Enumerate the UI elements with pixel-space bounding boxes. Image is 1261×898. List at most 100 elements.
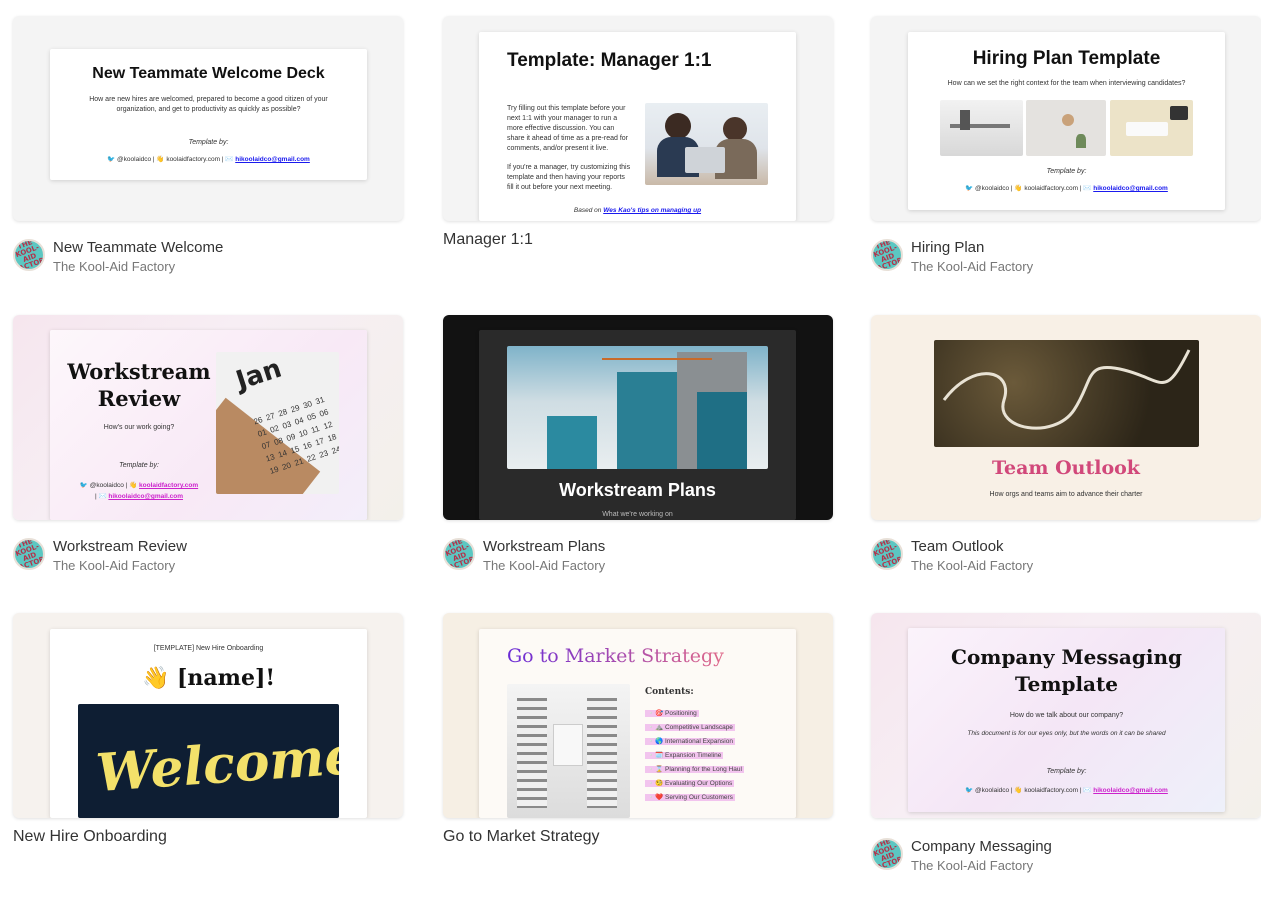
slide-heading: Go to Market Strategy [507,645,724,667]
card-title[interactable]: Go to Market Strategy [443,828,600,846]
slide-preview: Workstream Plans What we're working on [479,330,796,520]
office-photo-2 [1026,100,1106,156]
card-author: The Kool-Aid Factory [911,858,1034,873]
template-thumbnail[interactable]: Template: Manager 1:1 Try filling out th… [443,16,833,221]
template-thumbnail[interactable]: New Teammate Welcome Deck How are new hi… [13,16,403,221]
slide-note: This document is for our eyes only, but … [967,730,1166,737]
template-card-workstream-review[interactable]: Workstream Review How's our work going? … [13,315,403,574]
slide-credits: 🐦 @koolaidco | 👋 koolaidfactory.com | ✉️… [107,156,310,163]
template-thumbnail[interactable]: Workstream Review How's our work going? … [13,315,403,520]
card-title[interactable]: Company Messaging [911,838,1052,855]
slide-heading: Template: Manager 1:1 [507,50,712,71]
slide-greeting: 👋 [name]! [141,665,276,691]
slide-body: How orgs and teams aim to advance their … [989,491,1143,498]
card-author: The Kool-Aid Factory [483,558,606,573]
library-photo [507,684,630,818]
site-link[interactable]: koolaidfactory.com [139,482,198,489]
template-by: Template by: [119,462,159,469]
contents-item: ▫️🗓️ Expansion Timeline [645,752,724,759]
template-card-workstream-plans[interactable]: Workstream Plans What we're working on T… [443,315,833,574]
card-title[interactable]: New Hire Onboarding [13,828,167,846]
template-by: Template by: [1046,768,1087,775]
slide-credits: 🐦 @koolaidco | 👋 koolaidfactory.com | ✉️… [965,185,1168,192]
card-title[interactable]: Manager 1:1 [443,231,533,249]
author-avatar: THE KOOL-AID FACTORY [13,538,45,570]
slide-preview: Company Messaging Template How do we tal… [908,628,1225,812]
template-by: Template by: [1046,168,1087,175]
card-author: The Kool-Aid Factory [53,558,176,573]
slide-credits: 🐦 @koolaidco | 👋 koolaidfactory.com | ✉️ … [79,482,199,500]
contents-item: ▫️🌎 International Expansion [645,738,735,745]
template-thumbnail[interactable]: [TEMPLATE] New Hire Onboarding 👋 [name]!… [13,613,403,818]
welcome-banner: Welcome [78,704,339,818]
slide-heading: New Teammate Welcome Deck [92,65,325,82]
slide-heading: Company Messaging Template [951,645,1182,696]
author-avatar: THE KOOL-AID FACTORY [871,838,903,870]
template-card-company-messaging[interactable]: Company Messaging Template How do we tal… [871,613,1261,874]
slide-preview: Template: Manager 1:1 Try filling out th… [479,32,796,221]
contents-item: ▫️⛰️ Competitive Landscape [645,724,735,731]
office-photo-3 [1110,100,1193,156]
card-title[interactable]: Team Outlook [911,538,1004,555]
contents-label: Contents: [645,687,694,697]
card-title[interactable]: Workstream Review [53,538,187,555]
template-thumbnail[interactable]: Go to Market Strategy Contents: ▫️🎯 Posi… [443,613,833,818]
slide-footer: Based on Wes Kao's tips on managing up [573,207,702,214]
calendar-month: Jan [232,353,286,397]
template-thumbnail[interactable]: Team Outlook How orgs and teams aim to a… [871,315,1261,520]
slide-credits: 🐦 @koolaidco | 👋 koolaidfactory.com | ✉️… [965,787,1168,794]
card-author: The Kool-Aid Factory [911,259,1034,274]
slide-body: How can we set the right context for the… [947,80,1186,87]
meeting-photo [645,103,768,185]
contents-list: ▫️🎯 Positioning ▫️⛰️ Competitive Landscap… [645,709,785,807]
slide-para-2: If you're a manager, try customizing thi… [507,164,631,191]
contents-item: ▫️❤️ Serving Our Customers [645,794,735,801]
email-link[interactable]: hikoolaidco@gmail.com [1093,185,1168,192]
contents-item: ▫️⌛ Planning for the Long Haul [645,766,744,773]
slide-heading: Hiring Plan Template [972,48,1161,69]
construction-photo [507,346,768,469]
card-author: The Kool-Aid Factory [53,259,176,274]
template-thumbnail[interactable]: Hiring Plan Template How can we set the … [871,16,1261,221]
card-title[interactable]: Hiring Plan [911,239,984,256]
template-card-go-to-market[interactable]: Go to Market Strategy Contents: ▫️🎯 Posi… [443,613,833,868]
card-title[interactable]: Workstream Plans [483,538,605,555]
slide-para-1: Try filling out this template before you… [507,105,629,152]
winding-road-photo [934,340,1199,447]
author-avatar: THE KOOL-AID FACTORY [443,538,475,570]
based-on-link[interactable]: Wes Kao's tips on managing up [603,207,701,214]
slide-heading: Workstream Review [67,359,211,411]
slide-heading: Team Outlook [992,457,1140,479]
contents-item: ▫️🧐 Evaluating Our Options [645,780,735,787]
template-card-hiring-plan[interactable]: Hiring Plan Template How can we set the … [871,16,1261,275]
calendar-photo: Jan 2627282930310102030405060708091011 12… [216,352,339,494]
email-link[interactable]: hikoolaidco@gmail.com [1093,787,1168,794]
template-card-new-hire-onboarding[interactable]: [TEMPLATE] New Hire Onboarding 👋 [name]!… [13,613,403,868]
slide-heading: Workstream Plans [559,480,716,500]
contents-item: ▫️🎯 Positioning [645,710,699,717]
email-link[interactable]: hikoolaidco@gmail.com [235,156,310,163]
slide-preview: New Teammate Welcome Deck How are new hi… [50,49,367,180]
template-card-team-outlook[interactable]: Team Outlook How orgs and teams aim to a… [871,315,1261,574]
slide-subtitle: What we're working on [602,511,673,518]
slide-body: How are new hires are welcomed, prepared… [89,96,328,113]
card-title[interactable]: New Teammate Welcome [53,239,223,256]
slide-preview: [TEMPLATE] New Hire Onboarding 👋 [name]!… [50,629,367,818]
slide-body: How's our work going? [103,424,175,431]
template-thumbnail[interactable]: Company Messaging Template How do we tal… [871,613,1261,818]
author-avatar: THE KOOL-AID FACTORY [871,538,903,570]
template-by: Template by: [188,139,229,146]
author-avatar: THE KOOL-AID FACTORY [13,239,45,271]
template-thumbnail[interactable]: Workstream Plans What we're working on [443,315,833,520]
slide-preview: Go to Market Strategy Contents: ▫️🎯 Posi… [479,629,796,818]
email-link[interactable]: hikoolaidco@gmail.com [108,493,183,500]
slide-preview: Workstream Review How's our work going? … [50,330,367,520]
template-card-new-teammate-welcome[interactable]: New Teammate Welcome Deck How are new hi… [13,16,403,275]
office-photo-1 [940,100,1023,156]
template-card-manager-1-1[interactable]: Template: Manager 1:1 Try filling out th… [443,16,833,271]
welcome-banner-text: Welcome [94,724,339,805]
author-avatar: THE KOOL-AID FACTORY [871,239,903,271]
slide-preview: Hiring Plan Template How can we set the … [908,32,1225,210]
slide-label: [TEMPLATE] New Hire Onboarding [153,645,264,652]
slide-body: How do we talk about our company? [1009,712,1124,719]
